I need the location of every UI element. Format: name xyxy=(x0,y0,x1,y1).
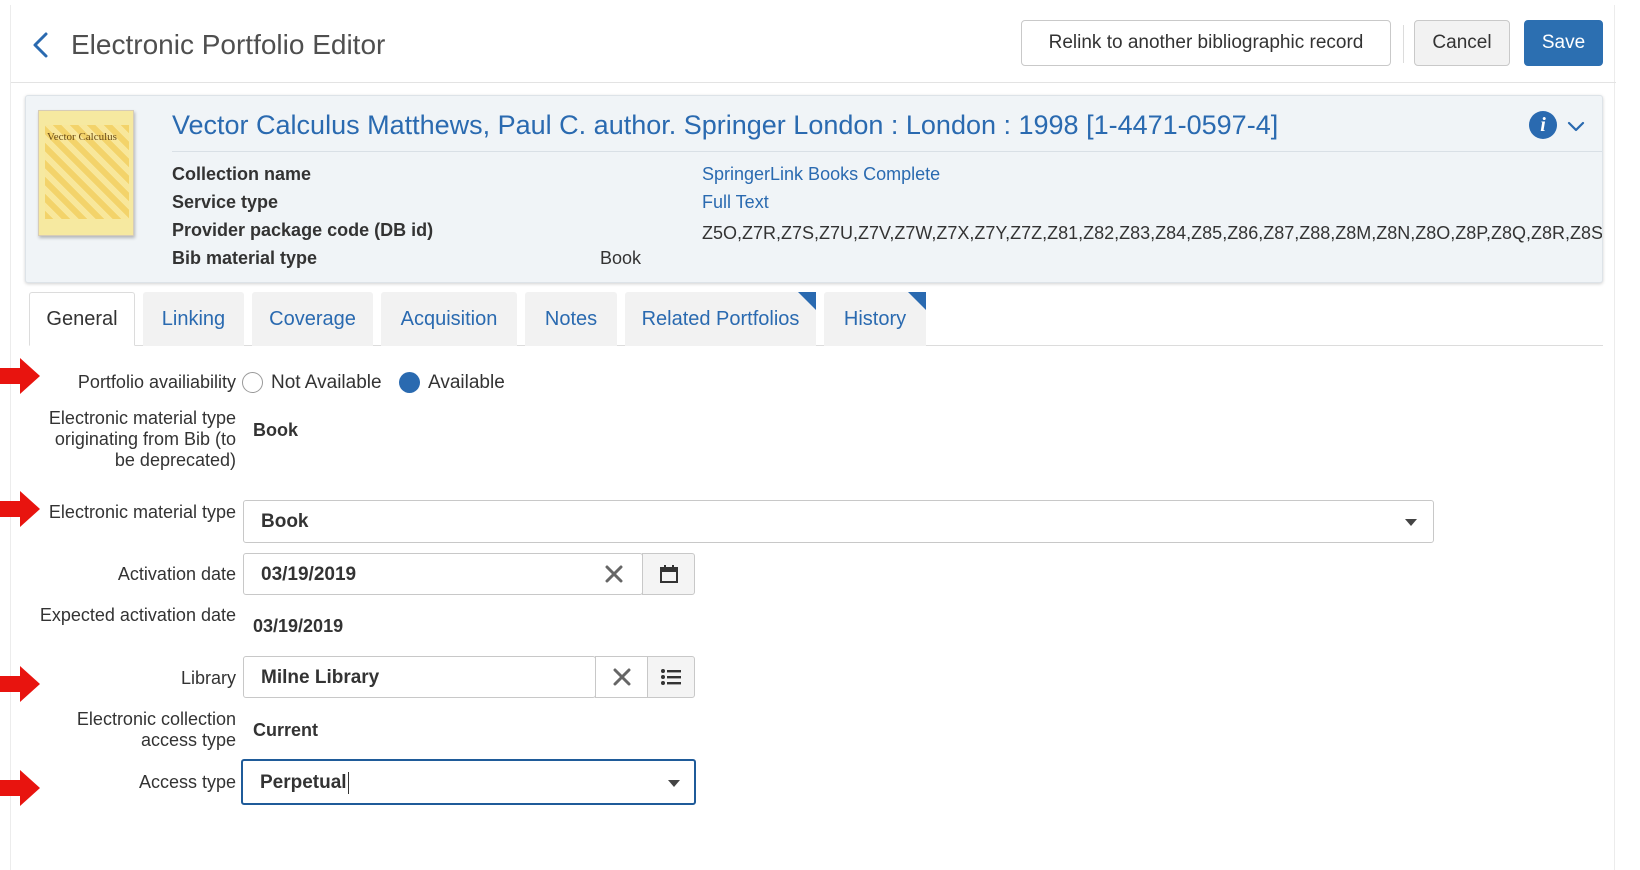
radio-available[interactable] xyxy=(399,372,420,393)
expected-activation-value: 03/19/2019 xyxy=(253,616,344,636)
relink-record-button[interactable]: Relink to another bibliographic record xyxy=(1021,20,1391,66)
activation-date-value: 03/19/2019 xyxy=(261,564,357,585)
has-content-marker xyxy=(798,292,816,310)
clear-date-icon[interactable] xyxy=(594,554,634,594)
has-content-marker xyxy=(908,292,926,310)
calendar-icon xyxy=(659,565,678,583)
thumbnail-title: Vector Calculus xyxy=(47,131,117,143)
material-type-select[interactable]: Book xyxy=(243,500,1434,543)
record-title[interactable]: Vector Calculus Matthews, Paul C. author… xyxy=(172,110,1278,141)
bib-material-value: Book xyxy=(600,248,642,268)
library-picker-button[interactable] xyxy=(647,656,695,698)
dropdown-caret-icon xyxy=(668,780,680,787)
collection-access-label: Electronic collection access type xyxy=(76,709,236,750)
origin-material-value: Book xyxy=(253,420,298,440)
bib-material-label: Bib material type xyxy=(172,248,318,268)
cancel-button[interactable]: Cancel xyxy=(1414,20,1510,66)
tab-linking[interactable]: Linking xyxy=(143,292,244,346)
radio-not-available[interactable] xyxy=(242,372,263,393)
access-type-select[interactable]: Perpetual xyxy=(241,759,696,805)
material-type-label: Electronic material type xyxy=(48,502,236,522)
annotation-arrow-icon xyxy=(0,770,40,806)
page-title: Electronic Portfolio Editor xyxy=(71,29,386,60)
material-type-selected: Book xyxy=(261,511,309,532)
bib-record-card: Vector Calculus Vector Calculus Matthews… xyxy=(25,95,1603,283)
provider-code-value: Z5O,Z7R,Z7S,Z7U,Z7V,Z7W,Z7X,Z7Y,Z7Z,Z81,… xyxy=(702,223,1602,243)
tab-notes[interactable]: Notes xyxy=(525,292,617,346)
radio-not-available-label[interactable]: Not Available xyxy=(271,372,382,394)
page-header: Electronic Portfolio Editor Relink to an… xyxy=(11,5,1616,83)
collection-access-value: Current xyxy=(253,720,319,740)
clear-library-icon xyxy=(613,668,630,686)
expected-activation-label: Expected activation date xyxy=(39,605,236,625)
collection-name-link[interactable]: SpringerLink Books Complete xyxy=(702,164,940,185)
radio-available-label[interactable]: Available xyxy=(428,372,505,394)
availability-label: Portfolio availiability xyxy=(77,372,236,392)
tab-acquisition[interactable]: Acquisition xyxy=(381,292,517,346)
book-cover-thumbnail: Vector Calculus xyxy=(38,110,134,236)
info-icon[interactable]: i xyxy=(1529,111,1557,139)
activation-date-input[interactable]: 03/19/2019 xyxy=(243,553,643,595)
chevron-left-icon[interactable] xyxy=(27,27,53,63)
calendar-button[interactable] xyxy=(642,553,695,595)
library-label: Library xyxy=(180,668,236,688)
tab-related-portfolios-label: Related Portfolios xyxy=(641,307,800,330)
access-type-label: Access type xyxy=(138,772,236,792)
tab-history[interactable]: History xyxy=(824,292,926,346)
access-type-selected: Perpetual xyxy=(260,772,347,794)
library-value: Milne Library xyxy=(261,667,380,688)
clear-library-button[interactable] xyxy=(595,656,648,698)
portfolio-editor-window: Electronic Portfolio Editor Relink to an… xyxy=(10,5,1616,870)
annotation-arrow-icon xyxy=(0,491,40,527)
provider-code-label: Provider package code (DB id) xyxy=(172,220,434,240)
activation-date-label: Activation date xyxy=(117,564,236,584)
service-type-label: Service type xyxy=(172,192,279,212)
annotation-arrow-icon xyxy=(0,358,40,394)
library-input[interactable]: Milne Library xyxy=(243,656,596,698)
list-icon xyxy=(661,669,681,685)
tab-history-label: History xyxy=(843,307,907,330)
service-type-link[interactable]: Full Text xyxy=(702,192,769,213)
tab-related-portfolios[interactable]: Related Portfolios xyxy=(625,292,816,346)
toolbar-divider xyxy=(1403,25,1404,63)
annotation-arrow-icon xyxy=(0,666,40,702)
card-divider xyxy=(172,151,1602,152)
tab-coverage[interactable]: Coverage xyxy=(252,292,373,346)
dropdown-caret-icon xyxy=(1405,519,1417,526)
chevron-down-icon[interactable] xyxy=(1566,116,1586,136)
text-cursor xyxy=(347,772,349,794)
save-button[interactable]: Save xyxy=(1524,20,1603,66)
tab-general[interactable]: General xyxy=(29,292,135,346)
origin-material-label: Electronic material type originating fro… xyxy=(48,408,236,470)
collection-name-label: Collection name xyxy=(172,164,312,184)
